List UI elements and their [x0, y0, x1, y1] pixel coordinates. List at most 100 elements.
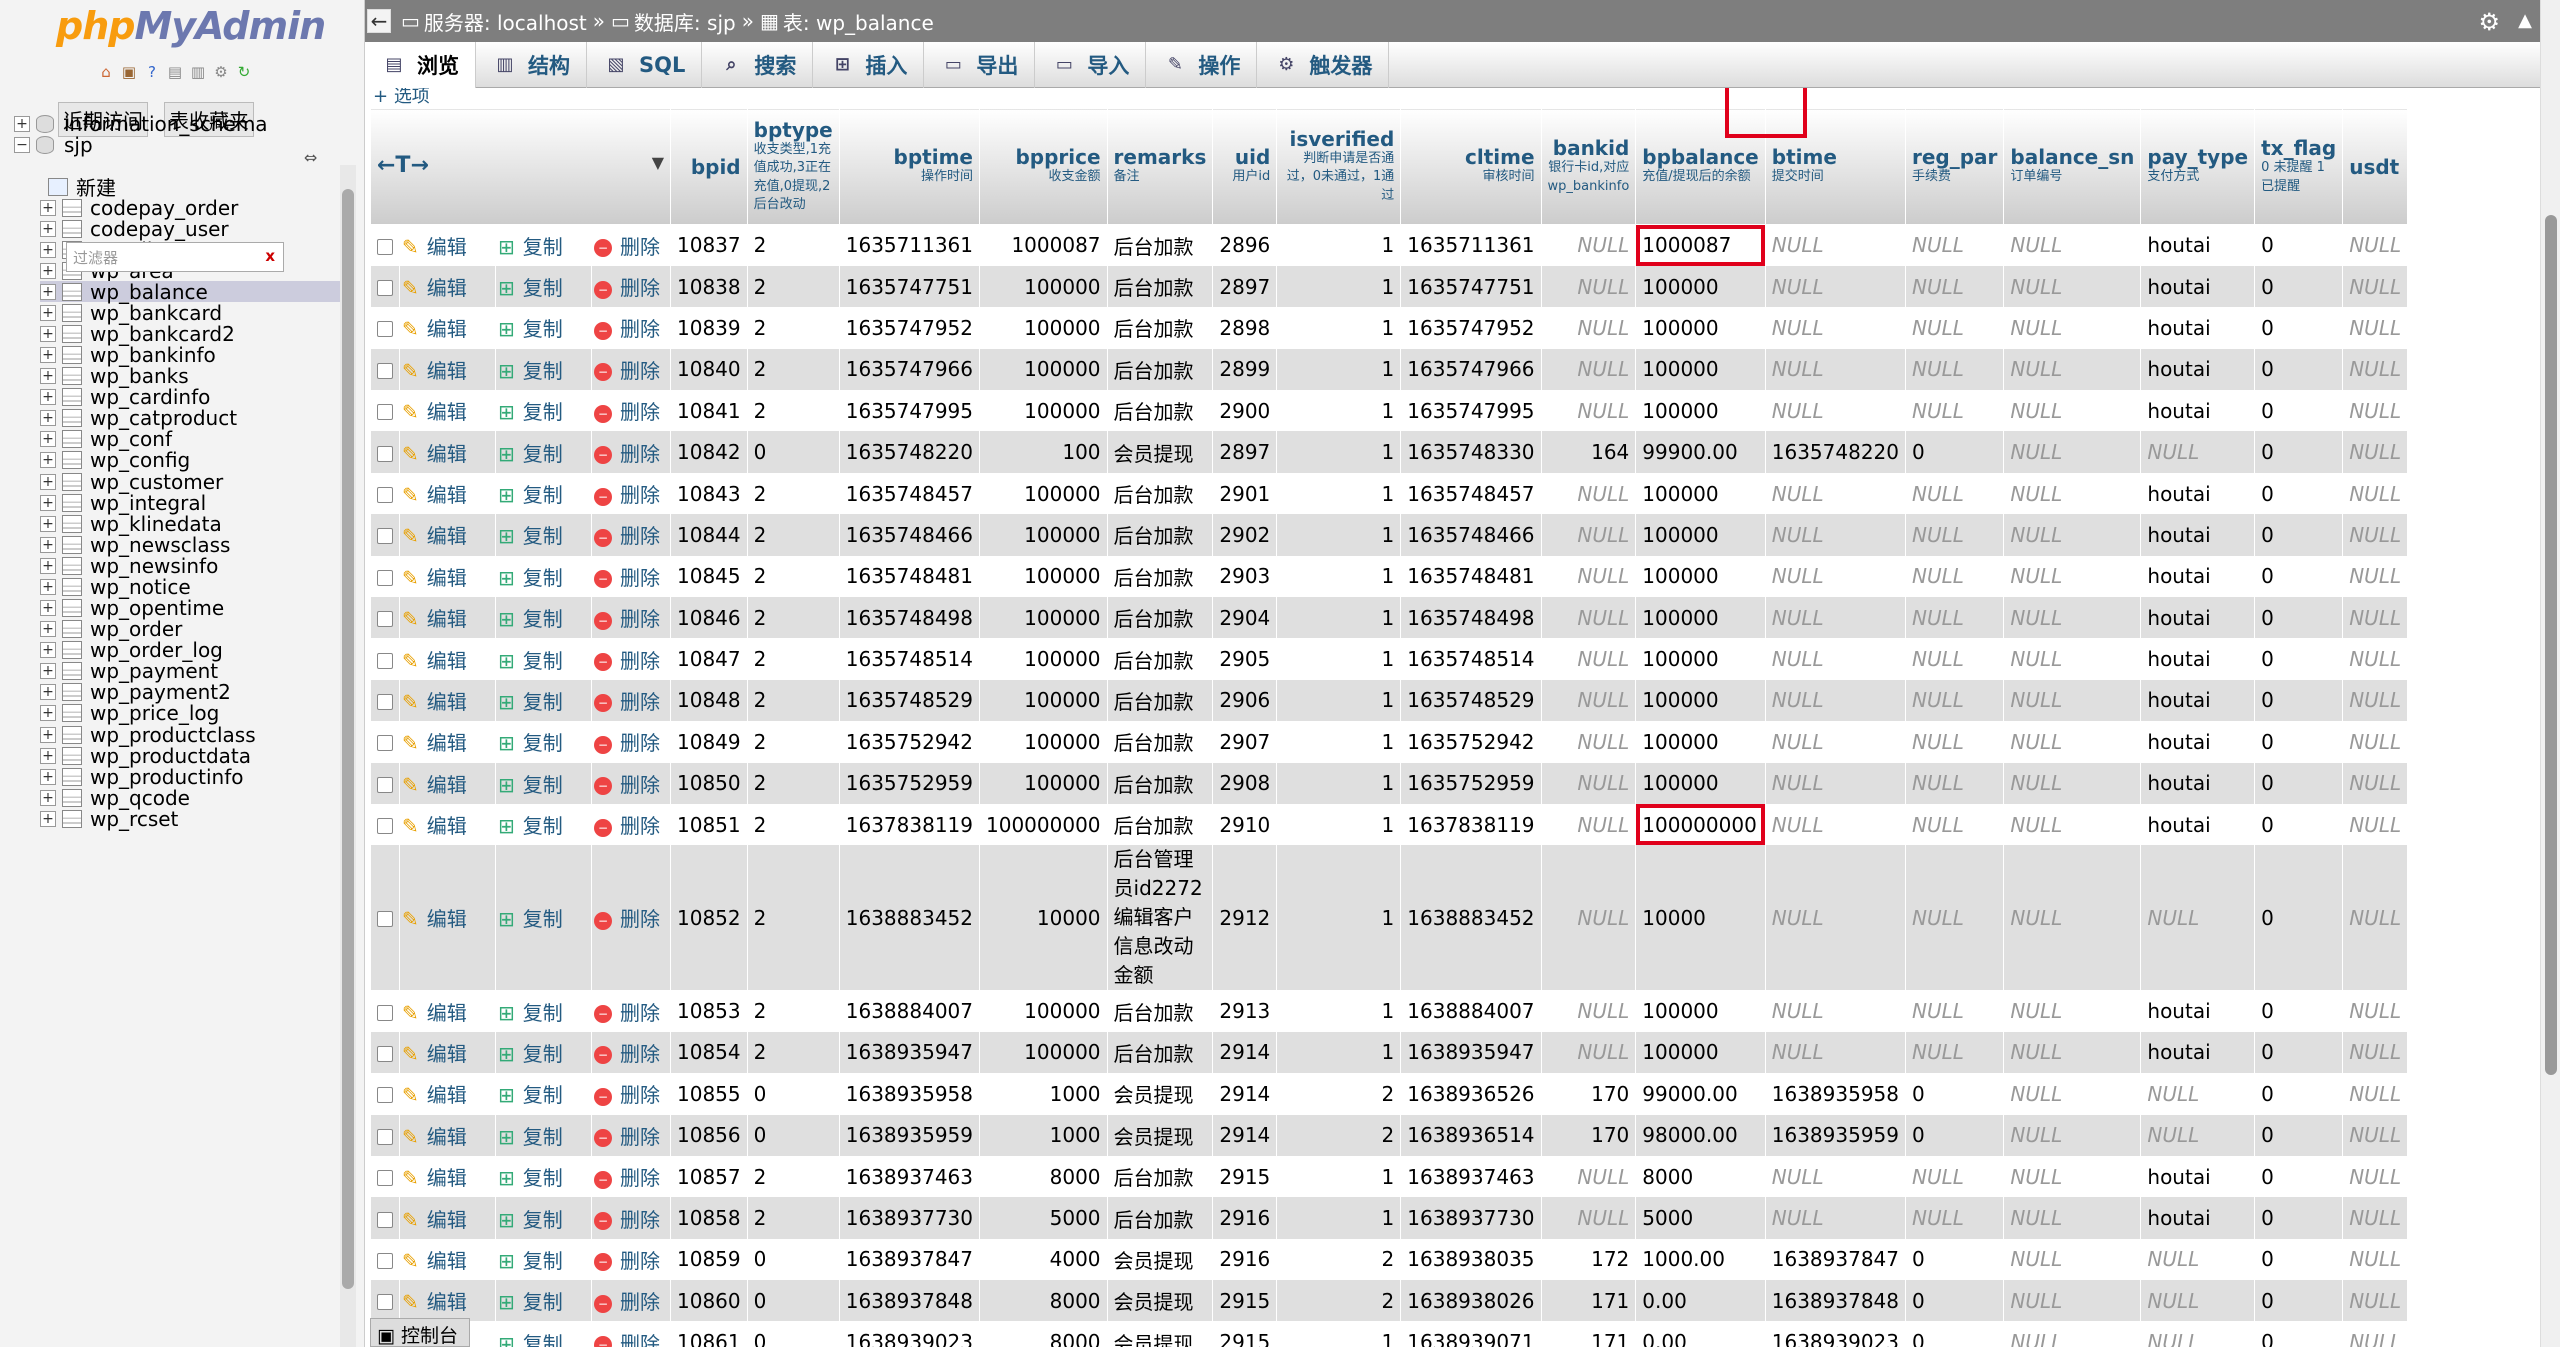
expand-icon[interactable]: +: [40, 220, 56, 237]
table-item-wp_opentime[interactable]: + wp_opentime: [40, 596, 224, 620]
delete-link[interactable]: − 删除: [591, 1031, 671, 1074]
settings-icon[interactable]: ▥: [188, 62, 208, 82]
expand-icon[interactable]: +: [40, 600, 56, 617]
cell-tx_flag[interactable]: 0: [2254, 307, 2343, 349]
row-checkbox[interactable]: [370, 679, 400, 722]
cell-uid[interactable]: 2906: [1212, 679, 1277, 722]
cell-reg_par[interactable]: NULL: [1904, 1155, 2004, 1198]
cell-uid[interactable]: 2901: [1212, 472, 1277, 515]
column-header-bpprice[interactable]: bpprice 收支金额: [979, 108, 1108, 225]
cell-bptime[interactable]: 1635748498: [838, 597, 980, 639]
clear-filter-icon[interactable]: x: [265, 247, 275, 265]
cell-bankid[interactable]: NULL: [1540, 803, 1636, 846]
cell-pay_type[interactable]: houtai: [2140, 679, 2255, 722]
delete-link[interactable]: − 删除: [591, 803, 671, 846]
table-item-wp_customer[interactable]: + wp_customer: [40, 470, 223, 494]
cell-bptype[interactable]: 0: [746, 431, 840, 473]
copy-link[interactable]: ⊞ 复制: [495, 803, 592, 846]
cell-balance_sn[interactable]: NULL: [2003, 472, 2141, 515]
column-header-bankid[interactable]: bankid 银行卡id,对应wp_bankinfo: [1540, 108, 1637, 225]
cell-bpid[interactable]: 10858: [670, 1197, 748, 1239]
cell-usdt[interactable]: NULL: [2342, 1321, 2408, 1347]
cell-bpprice[interactable]: 100000: [979, 390, 1108, 432]
cell-bptype[interactable]: 2: [746, 265, 840, 308]
cell-isverified[interactable]: 1: [1276, 307, 1401, 349]
reload-icon[interactable]: ↻: [234, 62, 254, 82]
row-checkbox[interactable]: [370, 721, 400, 763]
cell-reg_par[interactable]: 0: [1904, 1280, 2004, 1322]
cell-bpprice[interactable]: 100000: [979, 990, 1108, 1032]
cell-bpid[interactable]: 10837: [670, 224, 748, 266]
cell-pay_type[interactable]: houtai: [2140, 638, 2255, 680]
cell-remarks[interactable]: 后台加款: [1106, 307, 1213, 349]
expand-icon[interactable]: +: [40, 578, 56, 595]
cell-tx_flag[interactable]: 0: [2254, 762, 2343, 804]
cell-uid[interactable]: 2905: [1212, 638, 1277, 680]
cell-usdt[interactable]: NULL: [2342, 1280, 2408, 1322]
cell-bpprice[interactable]: 100000: [979, 265, 1108, 308]
cell-bptime[interactable]: 1637838119: [838, 803, 980, 846]
cell-bpid[interactable]: 10853: [670, 990, 748, 1032]
cell-bptype[interactable]: 2: [746, 762, 840, 804]
cell-bpbalance[interactable]: 100000: [1635, 638, 1766, 680]
edit-link[interactable]: ✎编辑: [399, 1197, 496, 1239]
cell-cltime[interactable]: 1637838119: [1400, 803, 1542, 846]
cell-pay_type[interactable]: NULL: [2140, 1280, 2255, 1322]
cell-tx_flag[interactable]: 0: [2254, 1114, 2343, 1156]
cell-bpprice[interactable]: 100000: [979, 762, 1108, 804]
console-button[interactable]: ▣ 控制台: [370, 1318, 470, 1347]
phpmyadmin-logo[interactable]: phpMyAdmin: [56, 4, 326, 48]
cell-bpprice[interactable]: 100000: [979, 638, 1108, 680]
expand-icon[interactable]: +: [40, 452, 56, 469]
cell-btime[interactable]: NULL: [1764, 638, 1906, 680]
db-item-sjp[interactable]: − sjp: [14, 133, 93, 157]
row-checkbox[interactable]: [370, 265, 400, 308]
cell-bptime[interactable]: 1638884007: [838, 990, 980, 1032]
cell-reg_par[interactable]: NULL: [1904, 679, 2004, 722]
gear-icon[interactable]: ⚙: [211, 62, 231, 82]
cell-cltime[interactable]: 1638938035: [1400, 1238, 1542, 1281]
new-item[interactable]: 新建: [48, 176, 116, 200]
cell-remarks[interactable]: 会员提现: [1106, 1321, 1213, 1347]
tab-search[interactable]: ⌕ 搜索: [702, 42, 814, 88]
expand-icon[interactable]: +: [40, 789, 56, 806]
cell-bptime[interactable]: 1635748481: [838, 555, 980, 598]
cell-reg_par[interactable]: NULL: [1904, 472, 2004, 515]
cell-reg_par[interactable]: 0: [1904, 431, 2004, 473]
cell-isverified[interactable]: 1: [1276, 265, 1401, 308]
cell-bptype[interactable]: 2: [746, 597, 840, 639]
cell-usdt[interactable]: NULL: [2342, 845, 2408, 991]
cell-pay_type[interactable]: NULL: [2140, 431, 2255, 473]
column-sort-arrows[interactable]: ←T→ ▼: [370, 108, 671, 225]
cell-remarks[interactable]: 后台管理员id2272编辑客户信息改动金额: [1106, 845, 1213, 991]
cell-bpbalance[interactable]: 100000: [1635, 990, 1766, 1032]
cell-balance_sn[interactable]: NULL: [2003, 390, 2141, 432]
cell-remarks[interactable]: 会员提现: [1106, 431, 1213, 473]
cell-bptime[interactable]: 1635747966: [838, 348, 980, 391]
cell-remarks[interactable]: 后台加款: [1106, 555, 1213, 598]
cell-reg_par[interactable]: NULL: [1904, 307, 2004, 349]
cell-bpid[interactable]: 10841: [670, 390, 748, 432]
docs-icon[interactable]: ▤: [165, 62, 185, 82]
delete-link[interactable]: − 删除: [591, 721, 671, 763]
cell-bankid[interactable]: NULL: [1540, 307, 1636, 349]
cell-balance_sn[interactable]: NULL: [2003, 1073, 2141, 1115]
cell-btime[interactable]: NULL: [1764, 1031, 1906, 1074]
dropdown-triangle-icon[interactable]: ▼: [652, 154, 664, 172]
cell-pay_type[interactable]: houtai: [2140, 390, 2255, 432]
cell-tx_flag[interactable]: 0: [2254, 1321, 2343, 1347]
cell-bpprice[interactable]: 100000: [979, 555, 1108, 598]
cell-bpid[interactable]: 10852: [670, 845, 748, 991]
table-item-wp_bankcard[interactable]: + wp_bankcard: [40, 301, 222, 325]
cell-balance_sn[interactable]: NULL: [2003, 555, 2141, 598]
row-checkbox[interactable]: [370, 638, 400, 680]
expand-icon[interactable]: +: [40, 557, 56, 574]
cell-uid[interactable]: 2914: [1212, 1114, 1277, 1156]
column-header-tx_flag[interactable]: tx_flag 0 未提醒 1 已提醒: [2254, 108, 2344, 225]
expand-icon[interactable]: +: [40, 241, 56, 258]
expand-icon[interactable]: +: [14, 115, 30, 132]
row-checkbox[interactable]: [370, 1155, 400, 1198]
cell-cltime[interactable]: 1635747995: [1400, 390, 1542, 432]
cell-uid[interactable]: 2907: [1212, 721, 1277, 763]
cell-uid[interactable]: 2897: [1212, 265, 1277, 308]
